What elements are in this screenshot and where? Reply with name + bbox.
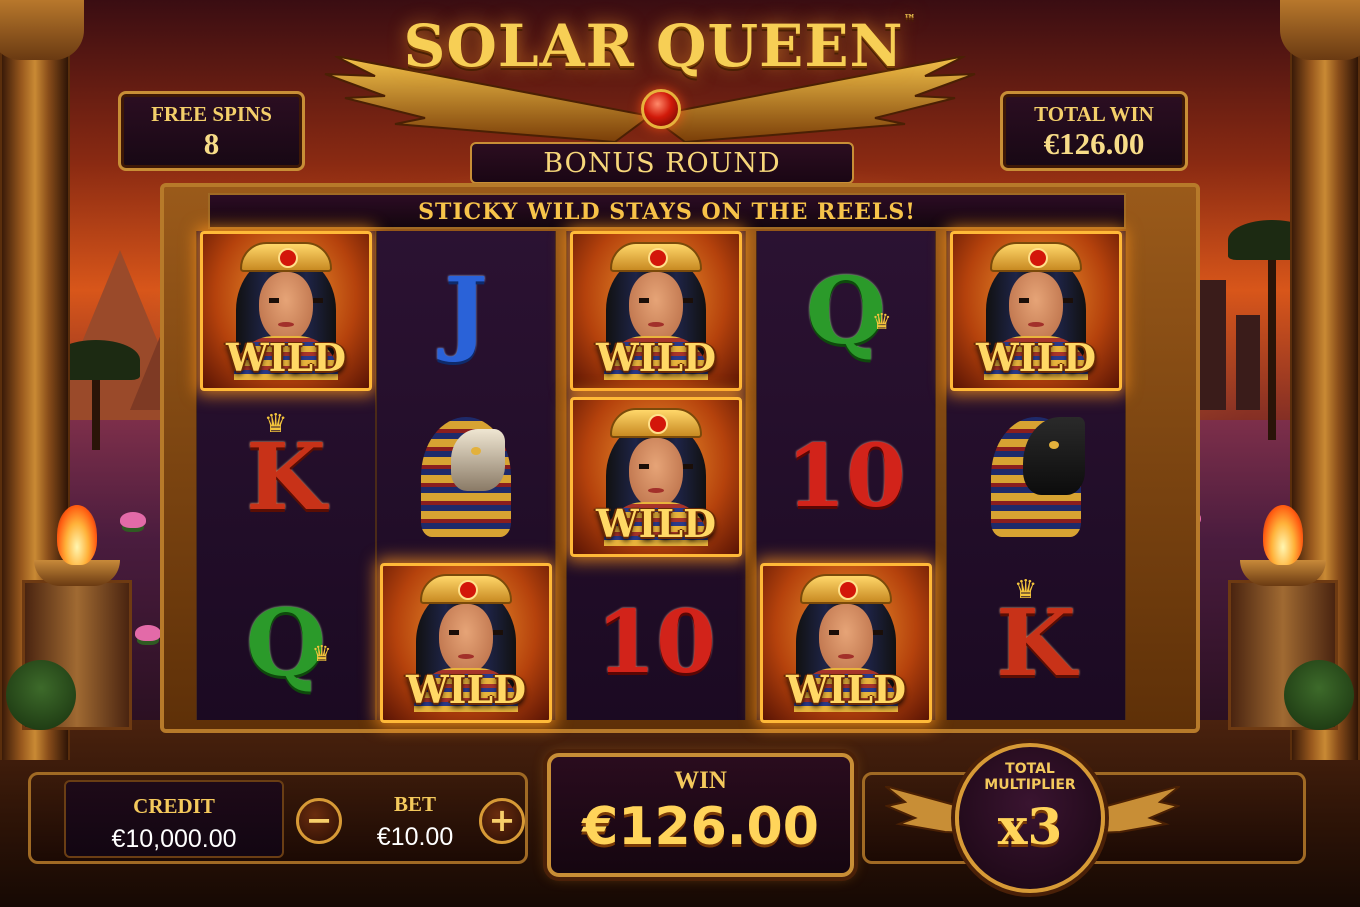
k-symbol-glyph: K — [246, 423, 326, 531]
wild-symbol: WILD — [570, 231, 742, 391]
trademark-mark: ™ — [903, 12, 917, 26]
jackal-head-icon — [971, 407, 1101, 547]
wild-symbol: WILD — [200, 231, 372, 391]
wild-label: WILD — [595, 501, 717, 546]
horus-falcon-symbol — [380, 397, 552, 557]
wild-symbol: WILD — [570, 397, 742, 557]
credit-label: CREDIT — [133, 794, 215, 818]
temple-ruin — [1236, 315, 1260, 410]
credit-value: €10,000.00 — [111, 825, 237, 853]
ten-symbol-glyph: 10 — [596, 592, 716, 693]
wild-symbol: WILD — [380, 563, 552, 723]
q-symbol: ♛ Q — [200, 563, 372, 723]
wild-label: WILD — [225, 335, 347, 380]
total-multiplier-badge: TOTAL MULTIPLIER x3 — [955, 743, 1105, 893]
total-multiplier-label: TOTAL MULTIPLIER — [984, 761, 1076, 793]
j-symbol-glyph: J — [444, 257, 488, 365]
ten-symbol: 10 — [760, 397, 932, 557]
total-win-value: €126.00 — [1043, 126, 1145, 161]
k-symbol: ♛ K — [950, 563, 1122, 723]
win-value: €126.00 — [582, 797, 819, 857]
wild-symbol: WILD — [760, 563, 932, 723]
crown-icon: ♛ — [1014, 575, 1038, 604]
temple-ruin — [1200, 280, 1226, 410]
k-symbol-glyph: K — [996, 589, 1076, 697]
palm-tree — [1228, 220, 1316, 440]
decrease-bet-button[interactable]: − — [296, 798, 342, 844]
ten-symbol: 10 — [570, 563, 742, 723]
total-multiplier-value: x3 — [997, 797, 1063, 856]
wild-label: WILD — [595, 335, 717, 380]
k-symbol: ♛ K — [200, 397, 372, 557]
free-spins-label: FREE SPINS — [151, 102, 272, 126]
game-title: SOLAR QUEEN™ — [380, 12, 940, 80]
free-spins-count: 8 — [203, 126, 220, 161]
fire-icon — [57, 505, 97, 565]
game-title-text: SOLAR QUEEN — [403, 12, 904, 80]
wild-symbol: WILD — [950, 231, 1122, 391]
j-symbol: J — [380, 231, 552, 391]
potted-plant — [1284, 660, 1354, 730]
q-symbol: ♛ Q — [760, 231, 932, 391]
free-spins-panel: FREE SPINS 8 — [118, 91, 305, 171]
fire-icon — [1263, 505, 1303, 565]
crown-icon: ♛ — [311, 641, 332, 666]
wild-label: WILD — [785, 667, 907, 712]
wild-label: WILD — [405, 667, 527, 712]
lotus-flower — [135, 625, 161, 641]
crown-icon: ♛ — [264, 409, 288, 438]
total-win-label: TOTAL WIN — [1034, 102, 1154, 126]
win-label: WIN — [674, 767, 727, 794]
falcon-head-icon — [401, 407, 531, 547]
credit-display: CREDIT €10,000.00 — [64, 780, 284, 858]
wild-label: WILD — [975, 335, 1097, 380]
palm-tree — [52, 340, 140, 450]
anubis-jackal-symbol — [950, 397, 1122, 557]
ten-symbol-glyph: 10 — [786, 426, 906, 527]
bet-display: BET €10.00 — [340, 780, 490, 858]
increase-bet-button[interactable]: + — [479, 798, 525, 844]
lotus-flower — [120, 512, 146, 528]
bonus-round-label: BONUS ROUND — [470, 142, 854, 184]
red-gem-icon — [641, 89, 681, 129]
bet-value: €10.00 — [376, 823, 454, 851]
win-panel: WIN €126.00 — [547, 753, 854, 877]
crown-icon: ♛ — [871, 309, 892, 334]
total-win-panel: TOTAL WIN €126.00 — [1000, 91, 1188, 171]
potted-plant — [6, 660, 76, 730]
sticky-wild-banner: STICKY WILD STAYS ON THE REELS! — [208, 193, 1126, 229]
bet-label: BET — [393, 792, 437, 816]
